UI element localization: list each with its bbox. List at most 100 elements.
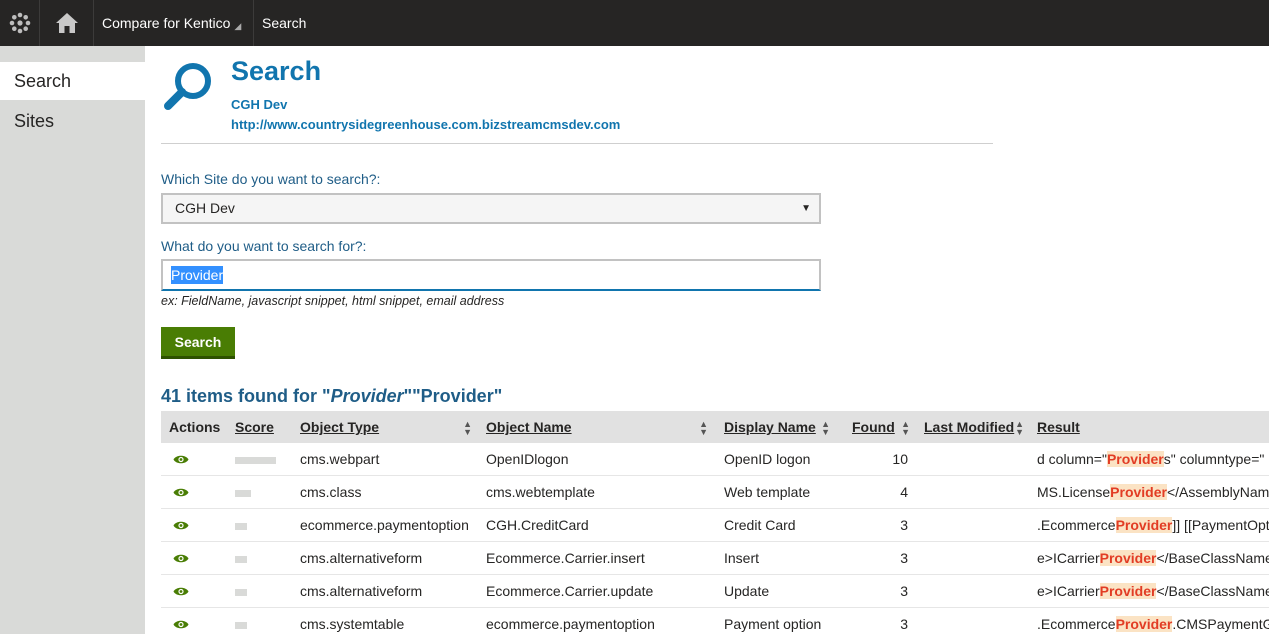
result-highlight: Provider	[1099, 550, 1157, 566]
query-label: What do you want to search for?:	[161, 238, 367, 254]
kentico-logo-icon[interactable]	[0, 0, 40, 46]
result-text: .Ecommerce	[1037, 517, 1116, 533]
divider	[161, 143, 993, 144]
score-bar	[235, 457, 276, 464]
site-name: CGH Dev	[231, 97, 288, 112]
object-type-cell: cms.alternativeform	[300, 583, 423, 599]
score-bar	[235, 556, 247, 563]
view-eye-icon[interactable]	[173, 454, 189, 465]
col-result[interactable]: Result	[1037, 411, 1080, 443]
table-row: cms.alternativeform Ecommerce.Carrier.ins…	[161, 542, 1269, 575]
view-eye-icon[interactable]	[173, 553, 189, 564]
page-title: Search	[231, 56, 322, 86]
object-name-cell: Ecommerce.Carrier.update	[486, 583, 654, 599]
display-name-cell: Update	[724, 583, 770, 599]
results-term-italic: Provider	[330, 386, 404, 406]
top-bar: Compare for Kentico ◢ Search	[0, 0, 1269, 46]
results-end-text: "	[493, 386, 503, 406]
nav-item-sites[interactable]: Sites	[0, 102, 145, 140]
found-cell: 3	[900, 616, 908, 632]
sort-icon: ▲ ▼	[901, 419, 910, 437]
object-type-cell: cms.class	[300, 484, 362, 500]
table-row: cms.webpart OpenIDlogon OpenID logon 10 d co…	[161, 443, 1269, 476]
display-name-cell: OpenID logon	[724, 451, 811, 467]
col-last-modified[interactable]: Last Modified ▲ ▼	[924, 411, 1024, 443]
object-name-cell: Ecommerce.Carrier.insert	[486, 550, 645, 566]
table-body: cms.webpart OpenIDlogon OpenID logon 10 d co…	[161, 443, 1269, 634]
result-highlight: Provider	[1115, 517, 1173, 533]
sort-icon: ▲ ▼	[821, 419, 830, 437]
result-text: </AssemblyName	[1166, 484, 1269, 500]
col-found[interactable]: Found ▲ ▼	[852, 411, 910, 443]
result-text: e>ICarrier	[1037, 550, 1100, 566]
result-highlight: Provider	[1110, 484, 1167, 500]
app-switcher[interactable]: Compare for Kentico ◢	[94, 0, 254, 46]
sort-icon: ▲ ▼	[463, 419, 472, 437]
search-input[interactable]: Provider	[161, 259, 821, 291]
score-bar	[235, 523, 247, 530]
results-table: Actions Score Object Type ▲ ▼ Object Name ▲…	[161, 411, 1269, 634]
display-name-cell: Web template	[724, 484, 811, 500]
view-eye-icon[interactable]	[173, 619, 189, 630]
last-modified-cell	[924, 608, 1024, 634]
found-cell: 10	[892, 451, 908, 467]
table-row: cms.alternativeform Ecommerce.Carrier.upd…	[161, 575, 1269, 608]
display-name-cell: Credit Card	[724, 517, 796, 533]
result-cell: e>ICarrierProvider</BaseClassName	[1037, 542, 1269, 575]
last-modified-cell	[924, 443, 1024, 476]
col-score[interactable]: Score	[235, 411, 274, 443]
breadcrumb: Search	[262, 15, 307, 31]
object-name-cell: ecommerce.paymentoption	[486, 616, 655, 632]
result-text: .CMSPaymentGa	[1172, 616, 1269, 632]
sort-icon: ▲ ▼	[1015, 419, 1024, 437]
result-cell: d column="Providers" columntype="	[1037, 443, 1269, 476]
result-text: </BaseClassName	[1156, 550, 1269, 566]
object-type-cell: cms.webpart	[300, 451, 380, 467]
display-name-cell: Payment option	[724, 616, 822, 632]
site-select[interactable]: CGH Dev ▼	[161, 193, 821, 224]
dropdown-arrow-icon: ▼	[801, 203, 811, 214]
table-row: cms.systemtable ecommerce.paymentoption Pa…	[161, 608, 1269, 634]
object-type-cell: cms.systemtable	[300, 616, 405, 632]
object-type-cell: ecommerce.paymentoption	[300, 517, 469, 533]
search-button[interactable]: Search	[161, 327, 235, 359]
col-actions: Actions	[169, 419, 221, 435]
result-highlight: Provider	[1115, 616, 1173, 632]
site-url: http://www.countrysidegreenhouse.com.biz…	[231, 117, 621, 132]
col-object-type[interactable]: Object Type ▲ ▼	[300, 411, 472, 443]
object-name-cell: OpenIDlogon	[486, 451, 569, 467]
last-modified-cell	[924, 509, 1024, 542]
table-row: ecommerce.paymentoption CGH.CreditCard Cre…	[161, 509, 1269, 542]
results-count-text: 41 items found for "	[161, 386, 331, 406]
score-bar	[235, 622, 247, 629]
last-modified-cell	[924, 476, 1024, 509]
result-text: </BaseClassName	[1156, 583, 1269, 599]
app-name: Compare for Kentico	[102, 15, 231, 31]
view-eye-icon[interactable]	[173, 520, 189, 531]
view-eye-icon[interactable]	[173, 487, 189, 498]
results-heading: 41 items found for "Provider""Provider"	[161, 386, 502, 407]
result-cell: .EcommerceProvider]] [[PaymentOpti	[1037, 509, 1269, 542]
found-cell: 3	[900, 583, 908, 599]
result-text: .Ecommerce	[1037, 616, 1116, 632]
search-hint: ex: FieldName, javascript snippet, html …	[161, 294, 505, 308]
view-eye-icon[interactable]	[173, 586, 189, 597]
col-display-name[interactable]: Display Name ▲ ▼	[724, 411, 830, 443]
results-mid-text: ""	[403, 386, 421, 406]
result-highlight: Provider	[1106, 451, 1164, 467]
left-nav: Search Sites	[0, 46, 145, 634]
result-text: d column="	[1037, 451, 1107, 467]
found-cell: 3	[900, 550, 908, 566]
result-text: s" columntype="	[1163, 451, 1265, 467]
col-object-name[interactable]: Object Name ▲ ▼	[486, 411, 708, 443]
result-highlight: Provider	[1099, 583, 1157, 599]
table-header: Actions Score Object Type ▲ ▼ Object Name ▲…	[161, 411, 1269, 443]
site-select-label: Which Site do you want to search?:	[161, 171, 381, 187]
nav-item-search[interactable]: Search	[0, 62, 145, 100]
found-cell: 4	[900, 484, 908, 500]
home-icon[interactable]	[40, 0, 94, 46]
table-row: cms.class cms.webtemplate Web template 4 MS.…	[161, 476, 1269, 509]
site-select-value: CGH Dev	[175, 200, 235, 216]
object-type-cell: cms.alternativeform	[300, 550, 423, 566]
last-modified-cell	[924, 575, 1024, 608]
